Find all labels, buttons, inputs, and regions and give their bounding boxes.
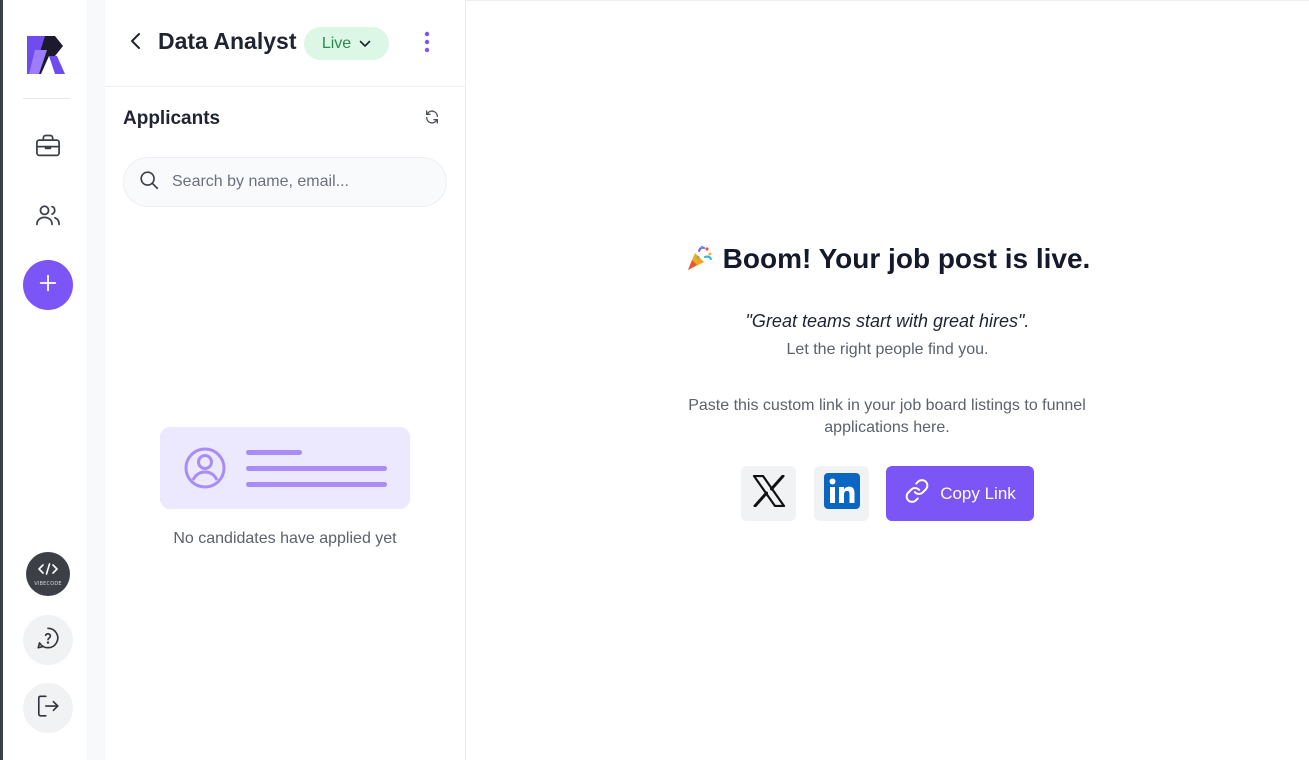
back-button[interactable] — [123, 30, 149, 56]
add-job-button[interactable] — [23, 260, 73, 310]
vibecode-button[interactable]: VIBECODE — [26, 552, 70, 596]
x-logo-icon — [752, 474, 786, 512]
kebab-menu-icon — [424, 31, 430, 58]
more-options-button[interactable] — [415, 29, 439, 59]
job-header: Data Analyst Live — [105, 0, 465, 87]
quote-text: "Great teams start with great hires". — [745, 311, 1030, 331]
applicants-heading: Applicants — [123, 108, 221, 129]
search-icon — [138, 169, 160, 196]
main-content: Boom! Your job post is live. "Great team… — [466, 0, 1309, 760]
code-icon — [38, 562, 58, 580]
success-headline: Boom! Your job post is live. — [466, 243, 1309, 279]
logout-button[interactable] — [23, 683, 73, 733]
share-linkedin-button[interactable] — [814, 466, 869, 521]
rail-gap — [87, 0, 105, 760]
logout-icon — [35, 693, 61, 724]
job-title: Data Analyst — [158, 28, 297, 54]
copy-link-button[interactable]: Copy Link — [886, 466, 1034, 521]
search-box — [123, 157, 447, 207]
refresh-icon — [424, 109, 440, 130]
applicants-panel: Data Analyst Live Applicants Search by n… — [105, 0, 466, 760]
jobs-nav-button[interactable] — [23, 123, 73, 173]
linkedin-logo-icon — [823, 473, 860, 514]
status-label: Live — [321, 34, 352, 52]
empty-state-illustration — [160, 427, 410, 509]
headline-text: Boom! Your job post is live. — [722, 243, 1091, 274]
app-window: VIBECODE Data Analyst Live Applicants Se… — [0, 0, 1309, 760]
plus-icon — [37, 272, 59, 299]
empty-state-message: No candidates have applied yet — [173, 530, 397, 547]
vibecode-label: VIBECODE — [34, 580, 62, 587]
share-x-button[interactable] — [741, 466, 796, 521]
refresh-button[interactable] — [421, 108, 443, 130]
copy-link-label: Copy Link — [940, 483, 1016, 503]
rail-divider — [23, 98, 69, 99]
icon-sidebar: VIBECODE — [3, 0, 87, 760]
party-popper-icon — [685, 244, 713, 279]
status-dropdown[interactable]: Live — [304, 27, 389, 60]
chevron-down-icon — [359, 35, 371, 53]
chevron-left-icon — [129, 32, 143, 55]
instruction-text: Paste this custom link in your job board… — [688, 397, 1086, 436]
help-button[interactable] — [23, 615, 73, 665]
users-icon — [34, 201, 62, 234]
help-circle-icon — [35, 625, 61, 656]
link-icon — [904, 478, 930, 509]
r-logo-icon[interactable] — [25, 34, 67, 76]
briefcase-icon — [34, 132, 62, 165]
candidates-nav-button[interactable] — [23, 192, 73, 242]
subtext: Let the right people find you. — [786, 341, 989, 358]
search-input[interactable] — [170, 172, 430, 192]
